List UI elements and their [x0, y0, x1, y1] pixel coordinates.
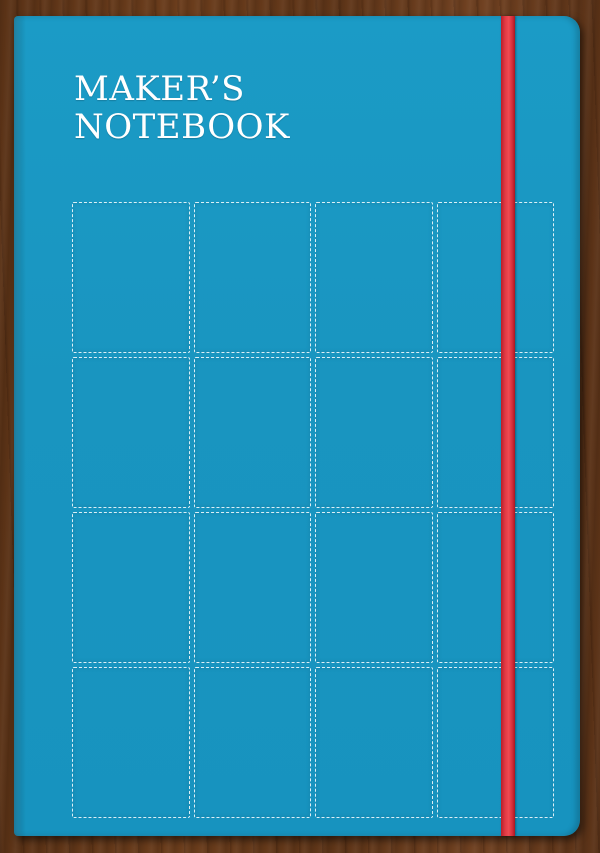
- spine-edge: [14, 16, 26, 836]
- grid-cell: [72, 512, 190, 663]
- notebook-cover: MAKER’S NOTEBOOK: [14, 16, 580, 836]
- grid-cell: [72, 357, 190, 508]
- grid-cell: [193, 202, 311, 353]
- grid-cell: [436, 512, 554, 663]
- grid-cell: [315, 202, 433, 353]
- elastic-band: [501, 16, 515, 836]
- stitched-grid: [72, 202, 554, 818]
- grid-cell: [193, 512, 311, 663]
- cover-title: MAKER’S NOTEBOOK: [74, 70, 290, 146]
- grid-cell: [193, 667, 311, 818]
- grid-cell: [436, 357, 554, 508]
- grid-cell: [436, 667, 554, 818]
- grid-cell: [72, 667, 190, 818]
- grid-cell: [193, 357, 311, 508]
- title-line-makers: MAKER’S: [74, 69, 245, 109]
- grid-cell: [436, 202, 554, 353]
- grid-cell: [315, 667, 433, 818]
- grid-cell: [315, 512, 433, 663]
- grid-cell: [315, 357, 433, 508]
- grid-cell: [72, 202, 190, 353]
- title-line-notebook: NOTEBOOK: [74, 107, 290, 147]
